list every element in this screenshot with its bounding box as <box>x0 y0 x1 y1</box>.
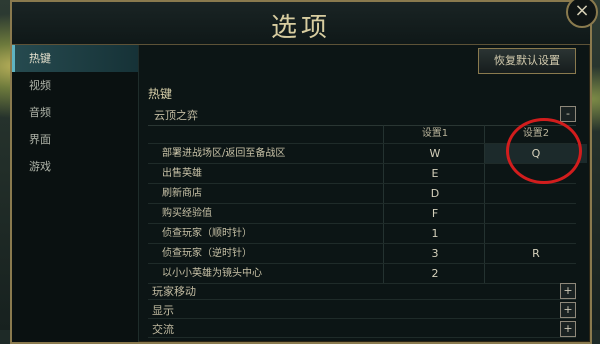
group-label: 云顶之弈 <box>154 109 198 122</box>
sidebar-item-game[interactable]: 游戏 <box>12 153 138 180</box>
highlight-circle-annotation <box>506 118 582 184</box>
key1-field[interactable]: F <box>383 204 486 223</box>
key2-field[interactable] <box>484 224 587 243</box>
table-row: 购买经验值 F <box>148 204 576 224</box>
expand-toggle-button[interactable]: + <box>560 302 576 318</box>
restore-defaults-button[interactable]: 恢复默认设置 <box>478 48 576 74</box>
window-title: 选项 <box>270 13 331 43</box>
key2-field[interactable] <box>484 184 587 203</box>
group-header-communication: 交流 + <box>148 319 576 338</box>
main-panel: 恢复默认设置 热键 云顶之弈 - 设置1 设置2 部署进战场区/返回至备战区 W… <box>140 45 590 342</box>
sidebar-item-hotkeys[interactable]: 热键 <box>12 45 138 72</box>
collapse-toggle-button[interactable]: - <box>560 106 576 122</box>
section-title: 热键 <box>148 87 173 101</box>
key1-field[interactable]: 3 <box>383 244 486 263</box>
group-header-display: 显示 + <box>148 300 576 319</box>
group-header-player-movement: 玩家移动 + <box>148 281 576 300</box>
key1-field[interactable]: 1 <box>383 224 486 243</box>
sidebar-item-audio[interactable]: 音频 <box>12 99 138 126</box>
action-label: 侦查玩家（逆时针） <box>162 248 252 259</box>
group-label: 玩家移动 <box>152 285 196 298</box>
column-header-key1: 设置1 <box>383 125 486 143</box>
key1-field[interactable]: E <box>383 164 486 183</box>
table-row: 侦查玩家（顺时针） 1 <box>148 224 576 244</box>
group-label: 交流 <box>152 323 174 336</box>
expand-toggle-button[interactable]: + <box>560 283 576 299</box>
expand-toggle-button[interactable]: + <box>560 321 576 337</box>
action-label: 侦查玩家（顺时针） <box>162 228 252 239</box>
action-label: 部署进战场区/返回至备战区 <box>162 148 286 159</box>
sidebar-item-video[interactable]: 视频 <box>12 72 138 99</box>
sidebar-item-interface[interactable]: 界面 <box>12 126 138 153</box>
table-row: 刷新商店 D <box>148 184 576 204</box>
key1-field[interactable]: D <box>383 184 486 203</box>
sidebar: 热键 视频 音频 界面 游戏 <box>12 45 139 342</box>
key1-field[interactable]: W <box>383 144 486 163</box>
action-label: 刷新商店 <box>162 188 202 199</box>
table-row: 侦查玩家（逆时针） 3 R <box>148 244 576 264</box>
action-label: 出售英雄 <box>162 168 202 179</box>
action-label: 购买经验值 <box>162 208 212 219</box>
title-bar: 选项 <box>12 2 590 45</box>
group-label: 显示 <box>152 304 174 317</box>
options-window: 选项 热键 视频 音频 界面 游戏 恢复默认设置 热键 云顶之弈 - 设置1 设… <box>10 0 598 344</box>
key2-field[interactable]: R <box>484 244 587 263</box>
group-header-tft: 云顶之弈 - <box>148 103 576 126</box>
key2-field[interactable] <box>484 204 587 223</box>
action-header <box>148 125 368 143</box>
